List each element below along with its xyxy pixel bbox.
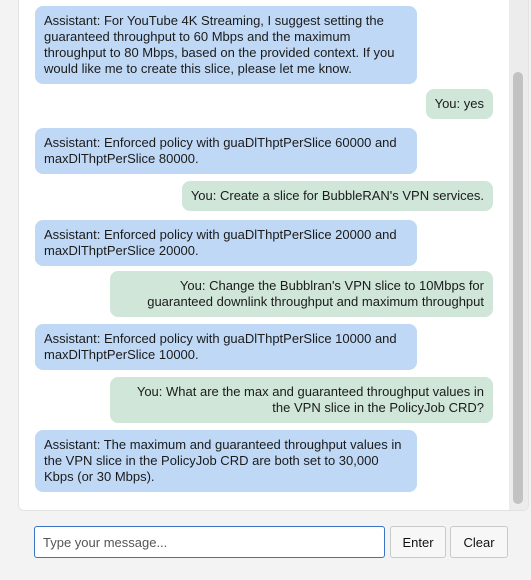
assistant-message: Assistant: The maximum and guaranteed th…: [35, 430, 417, 492]
assistant-message: Assistant: Enforced policy with guaDlThp…: [35, 220, 417, 266]
assistant-message: Assistant: Enforced policy with guaDlThp…: [35, 128, 417, 174]
scrollbar[interactable]: [509, 0, 528, 510]
enter-button[interactable]: Enter: [390, 526, 446, 558]
assistant-message: Assistant: Enforced policy with guaDlThp…: [35, 324, 417, 370]
message-list: Assistant: For YouTube 4K Streaming, I s…: [19, 0, 509, 510]
user-message: You: What are the max and guaranteed thr…: [110, 377, 493, 423]
input-row: Enter Clear: [34, 526, 514, 560]
user-message: You: yes: [425, 89, 493, 119]
scrollbar-thumb[interactable]: [513, 72, 523, 504]
assistant-message: Assistant: For YouTube 4K Streaming, I s…: [35, 6, 417, 84]
message-input[interactable]: [34, 526, 385, 558]
user-message: You: Change the Bubblran's VPN slice to …: [110, 271, 493, 317]
user-message: You: Create a slice for BubbleRAN's VPN …: [181, 181, 493, 211]
chat-panel: Assistant: For YouTube 4K Streaming, I s…: [18, 0, 529, 511]
clear-button[interactable]: Clear: [450, 526, 508, 558]
